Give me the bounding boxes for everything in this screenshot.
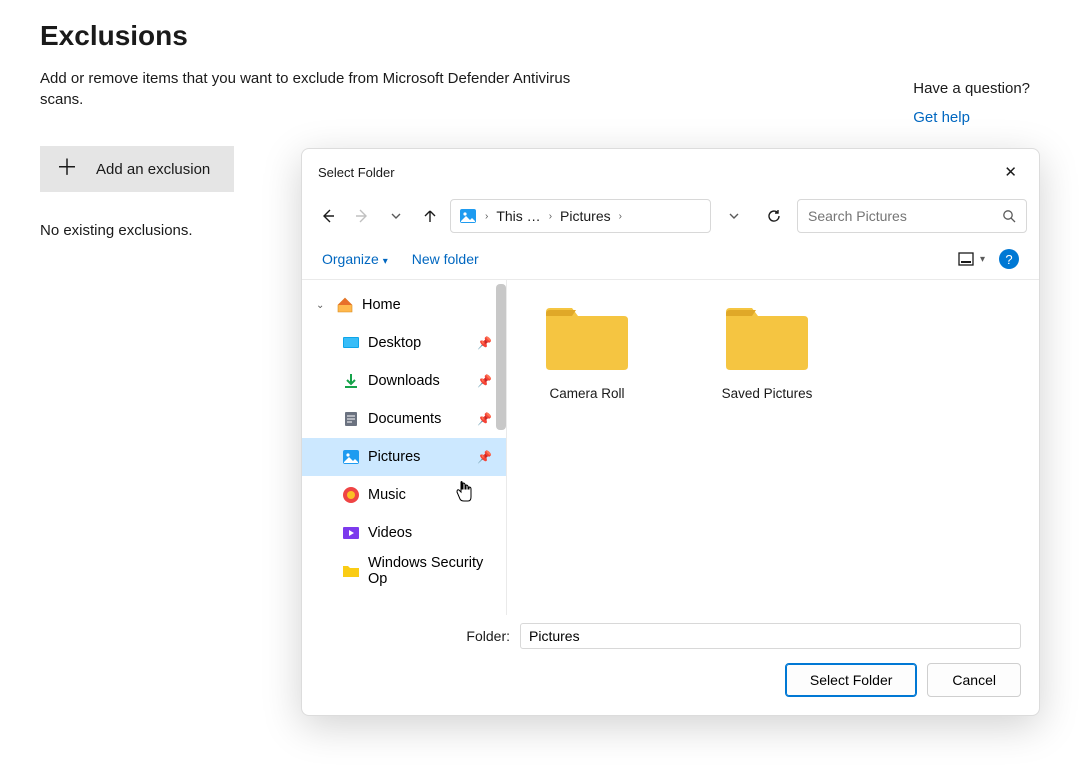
breadcrumb-this-pc[interactable]: This … (496, 208, 540, 224)
plus-icon: ＋ (56, 157, 78, 179)
pin-icon: 📌 (477, 412, 492, 426)
folder-content: Camera Roll Saved Pictures (506, 280, 1039, 615)
folder-icon (342, 562, 360, 580)
music-icon (342, 486, 360, 504)
tree-item-label: Pictures (368, 449, 420, 465)
dialog-title: Select Folder (318, 165, 395, 180)
tree-item-pictures[interactable]: Pictures 📌 (302, 438, 506, 476)
folder-name-input[interactable] (520, 623, 1021, 649)
view-options-button[interactable]: ▾ (958, 252, 985, 266)
folder-camera-roll[interactable]: Camera Roll (527, 302, 647, 401)
search-box[interactable] (797, 199, 1027, 233)
pictures-icon (342, 448, 360, 466)
refresh-button[interactable] (757, 200, 791, 232)
tree-item-folder[interactable]: Windows Security Op (302, 552, 506, 590)
new-folder-button[interactable]: New folder (412, 251, 479, 267)
address-bar[interactable]: › This … › Pictures › (450, 199, 711, 233)
add-exclusion-label: Add an exclusion (96, 161, 210, 178)
recent-locations-button[interactable] (382, 200, 410, 232)
pictures-icon (459, 207, 477, 225)
folder-icon (722, 302, 812, 372)
videos-icon (342, 524, 360, 542)
desktop-icon (342, 334, 360, 352)
folder-saved-pictures[interactable]: Saved Pictures (707, 302, 827, 401)
tree-item-label: Documents (368, 411, 441, 427)
page-description: Add or remove items that you want to exc… (40, 68, 600, 110)
cancel-button[interactable]: Cancel (927, 663, 1021, 697)
tree-item-desktop[interactable]: Desktop 📌 (302, 324, 506, 362)
chevron-down-icon: ⌄ (316, 300, 328, 311)
folder-name-label: Folder: (320, 628, 510, 644)
folder-label: Camera Roll (527, 386, 647, 401)
help-title: Have a question? (913, 80, 1030, 97)
tree-item-downloads[interactable]: Downloads 📌 (302, 362, 506, 400)
nav-back-button[interactable] (314, 200, 342, 232)
tree-item-label: Music (368, 487, 406, 503)
search-input[interactable] (808, 208, 988, 224)
tree-item-label: Downloads (368, 373, 440, 389)
search-icon (1002, 209, 1016, 223)
tree-item-label: Windows Security Op (368, 555, 506, 587)
download-icon (342, 372, 360, 390)
tree-item-documents[interactable]: Documents 📌 (302, 400, 506, 438)
pin-icon: 📌 (477, 374, 492, 388)
address-history-button[interactable] (717, 200, 751, 232)
pin-icon: 📌 (477, 450, 492, 464)
organize-menu[interactable]: Organize ▾ (322, 251, 388, 267)
nav-forward-button[interactable] (348, 200, 376, 232)
tree-item-label: Desktop (368, 335, 421, 351)
tree-item-videos[interactable]: Videos (302, 514, 506, 552)
nav-up-button[interactable] (416, 200, 444, 232)
pin-icon: 📌 (477, 336, 492, 350)
tree-home[interactable]: ⌄ Home (302, 286, 506, 324)
chevron-right-icon: › (619, 211, 622, 222)
folder-label: Saved Pictures (707, 386, 827, 401)
tree-item-music[interactable]: Music (302, 476, 506, 514)
breadcrumb-pictures[interactable]: Pictures (560, 208, 611, 224)
chevron-right-icon: › (485, 211, 488, 222)
help-icon[interactable]: ? (999, 249, 1019, 269)
folder-icon (542, 302, 632, 372)
chevron-right-icon: › (549, 211, 552, 222)
tree-home-label: Home (362, 297, 401, 313)
tree-item-label: Videos (368, 525, 412, 541)
select-folder-dialog: Select Folder ✕ › This … › Pictures › (301, 148, 1040, 716)
document-icon (342, 410, 360, 428)
select-folder-button[interactable]: Select Folder (785, 663, 917, 697)
close-icon[interactable]: ✕ (996, 159, 1025, 185)
get-help-link[interactable]: Get help (913, 109, 1030, 126)
home-icon (336, 296, 354, 314)
add-exclusion-button[interactable]: ＋ Add an exclusion (40, 146, 234, 192)
nav-tree: ⌄ Home Desktop 📌 Downloads 📌 Documents 📌 (302, 280, 506, 615)
page-title: Exclusions (40, 20, 1040, 52)
